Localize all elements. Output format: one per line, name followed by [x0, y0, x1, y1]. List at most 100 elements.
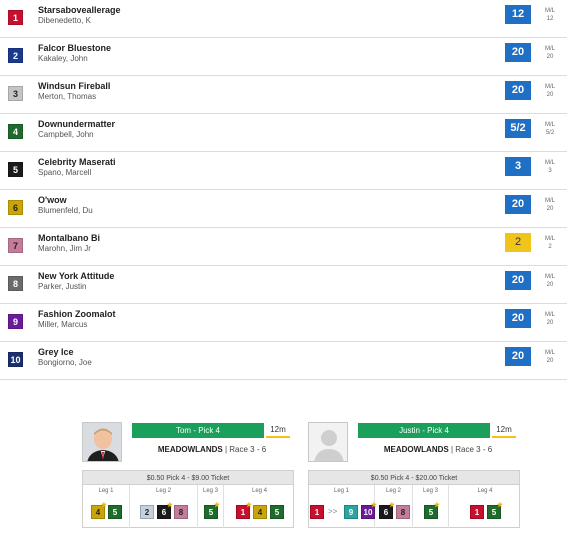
runner-row[interactable]: 4 Downundermatter Campbell, John 5/2 M/L 5/2 [0, 114, 567, 152]
runner-row[interactable]: 6 O'wow Blumenfeld, Du 20 M/L 20 [0, 190, 567, 228]
horse-name[interactable]: Celebrity Maserati [38, 157, 116, 167]
selection-badge: 5 [108, 505, 122, 519]
morning-line-value: 2 [548, 244, 552, 250]
horse-name[interactable]: Montalbano Bi [38, 233, 100, 243]
odds-button[interactable]: 20 [505, 347, 531, 366]
runner-row[interactable]: 2 Falcor Bluestone Kakaley, John 20 M/L 20 [0, 38, 567, 76]
morning-line-label: M/L [544, 122, 555, 128]
odds-button[interactable]: 20 [505, 43, 531, 62]
pick-card-justin[interactable]: Justin - Pick 4 12m MEADOWLANDS | Race 3… [308, 420, 548, 530]
ticket-leg: Leg 3 5 ★ [198, 485, 224, 528]
key-star-icon: ★ [496, 502, 503, 509]
selection-number: 4 [95, 508, 101, 517]
program-number-badge: 8 [8, 276, 23, 291]
odds-button[interactable]: 20 [505, 309, 531, 328]
runner-row[interactable]: 1 Starsaboveallerage Dibenedetto, K 12 M/L 12 [0, 0, 567, 38]
selection-badge: 4 [253, 505, 267, 519]
handicapper-photo-justin [308, 422, 348, 462]
key-star-icon: ★ [100, 502, 107, 509]
horse-name[interactable]: Fashion Zoomalot [38, 309, 116, 319]
morning-line-label: M/L [544, 84, 555, 90]
selection-badge: 5 [270, 505, 284, 519]
morning-line: M/L 20 [540, 83, 560, 99]
program-number-badge: 2 [8, 48, 23, 63]
morning-line: M/L 20 [540, 197, 560, 213]
runner-row[interactable]: 9 Fashion Zoomalot Miller, Marcus 20 M/L 20 [0, 304, 567, 342]
selection-badge: 1 [310, 505, 324, 519]
selection-badge: 8 [396, 505, 410, 519]
odds-button[interactable]: 20 [505, 195, 531, 214]
morning-line-label: M/L [544, 46, 555, 52]
program-number-badge: 3 [8, 86, 23, 101]
ticket-leg: Leg 3 5 ★ [413, 485, 449, 528]
selection-badge: 6 ★ [157, 502, 173, 519]
horse-name[interactable]: Grey Ice [38, 347, 74, 357]
selection-number: 6 [383, 508, 389, 517]
selection-badge: 1 ★ [236, 502, 252, 519]
selection-number: 5 [274, 508, 280, 517]
morning-line-label: M/L [544, 160, 555, 166]
morning-line: M/L 2 [540, 235, 560, 251]
selection-badge: 2 [140, 505, 154, 519]
race-info: MEADOWLANDS | Race 3 - 6 [132, 445, 292, 454]
odds-button[interactable]: 12 [505, 5, 531, 24]
morning-line: M/L 20 [540, 45, 560, 61]
morning-line-label: M/L [544, 198, 555, 204]
morning-line: M/L 20 [540, 349, 560, 365]
driver-name: Spano, Marcell [38, 168, 92, 177]
runner-row[interactable]: 5 Celebrity Maserati Spano, Marcell 3 M/L 3 [0, 152, 567, 190]
horse-name[interactable]: Windsun Fireball [38, 81, 110, 91]
runner-row[interactable]: 10 Grey Ice Bongiorno, Joe 20 M/L 20 [0, 342, 567, 380]
selection-number: 5 [112, 508, 118, 517]
pick-card-tom[interactable]: Tom - Pick 4 12m MEADOWLANDS | Race 3 - … [82, 420, 322, 530]
morning-line-value: 3 [548, 168, 552, 174]
selection-badge: 5 ★ [487, 502, 503, 519]
horse-name[interactable]: New York Attitude [38, 271, 114, 281]
selection-badge: 4 ★ [91, 502, 107, 519]
key-star-icon: ★ [245, 502, 252, 509]
leg-label: Leg 2 [385, 488, 401, 494]
morning-line-label: M/L [544, 274, 555, 280]
leg-label: Leg 2 [155, 488, 171, 494]
ticket-leg: Leg 2 6 ★ 8 [375, 485, 413, 528]
selection-badge: 9 [344, 505, 358, 519]
runner-row[interactable]: 8 New York Attitude Parker, Justin 20 M/L 20 [0, 266, 567, 304]
selection-badge: 6 ★ [379, 502, 395, 519]
horse-name[interactable]: O'wow [38, 195, 67, 205]
runner-row[interactable]: 3 Windsun Fireball Merton, Thomas 20 M/L 20 [0, 76, 567, 114]
selection-number: 10 [363, 508, 373, 517]
horse-name[interactable]: Falcor Bluestone [38, 43, 111, 53]
horse-name[interactable]: Downundermatter [38, 119, 115, 129]
odds-button[interactable]: 3 [505, 157, 531, 176]
morning-line-value: 20 [546, 358, 554, 364]
pick-title[interactable]: Tom - Pick 4 [132, 423, 264, 438]
leg-label: Leg 4 [477, 488, 493, 494]
driver-name: Parker, Justin [38, 282, 87, 291]
odds-button[interactable]: 2 [505, 233, 531, 252]
selection-number: 5 [208, 508, 214, 517]
pick-title[interactable]: Justin - Pick 4 [358, 423, 490, 438]
key-star-icon: ★ [166, 502, 173, 509]
program-number-badge: 1 [8, 10, 23, 25]
morning-line-label: M/L [544, 350, 555, 356]
selection-number: 2 [144, 508, 150, 517]
ticket-leg: Leg 4 1 5 ★ [449, 485, 521, 528]
program-number-badge: 7 [8, 238, 23, 253]
selection-badge: 10 ★ [361, 502, 377, 519]
leg-label: Leg 1 [98, 488, 114, 494]
odds-button[interactable]: 20 [505, 81, 531, 100]
selection-badge: 1 [470, 505, 484, 519]
odds-button[interactable]: 5/2 [505, 119, 531, 138]
ticket-summary: $0.50 Pick 4 - $20.00 Ticket [308, 470, 520, 485]
selection-number: 8 [178, 508, 184, 517]
ticket-summary: $0.50 Pick 4 - $9.00 Ticket [82, 470, 294, 485]
morning-line-label: M/L [544, 8, 555, 14]
selection-number: 6 [161, 508, 167, 517]
runner-row[interactable]: 7 Montalbano Bi Marohn, Jim Jr 2 M/L 2 [0, 228, 567, 266]
ticket-leg: Leg 1 4 ★ 5 [83, 485, 130, 528]
leg-label: Leg 4 [251, 488, 267, 494]
morning-line-value: 20 [546, 206, 554, 212]
odds-button[interactable]: 20 [505, 271, 531, 290]
horse-name[interactable]: Starsaboveallerage [38, 5, 121, 15]
selection-number: 1 [474, 508, 480, 517]
